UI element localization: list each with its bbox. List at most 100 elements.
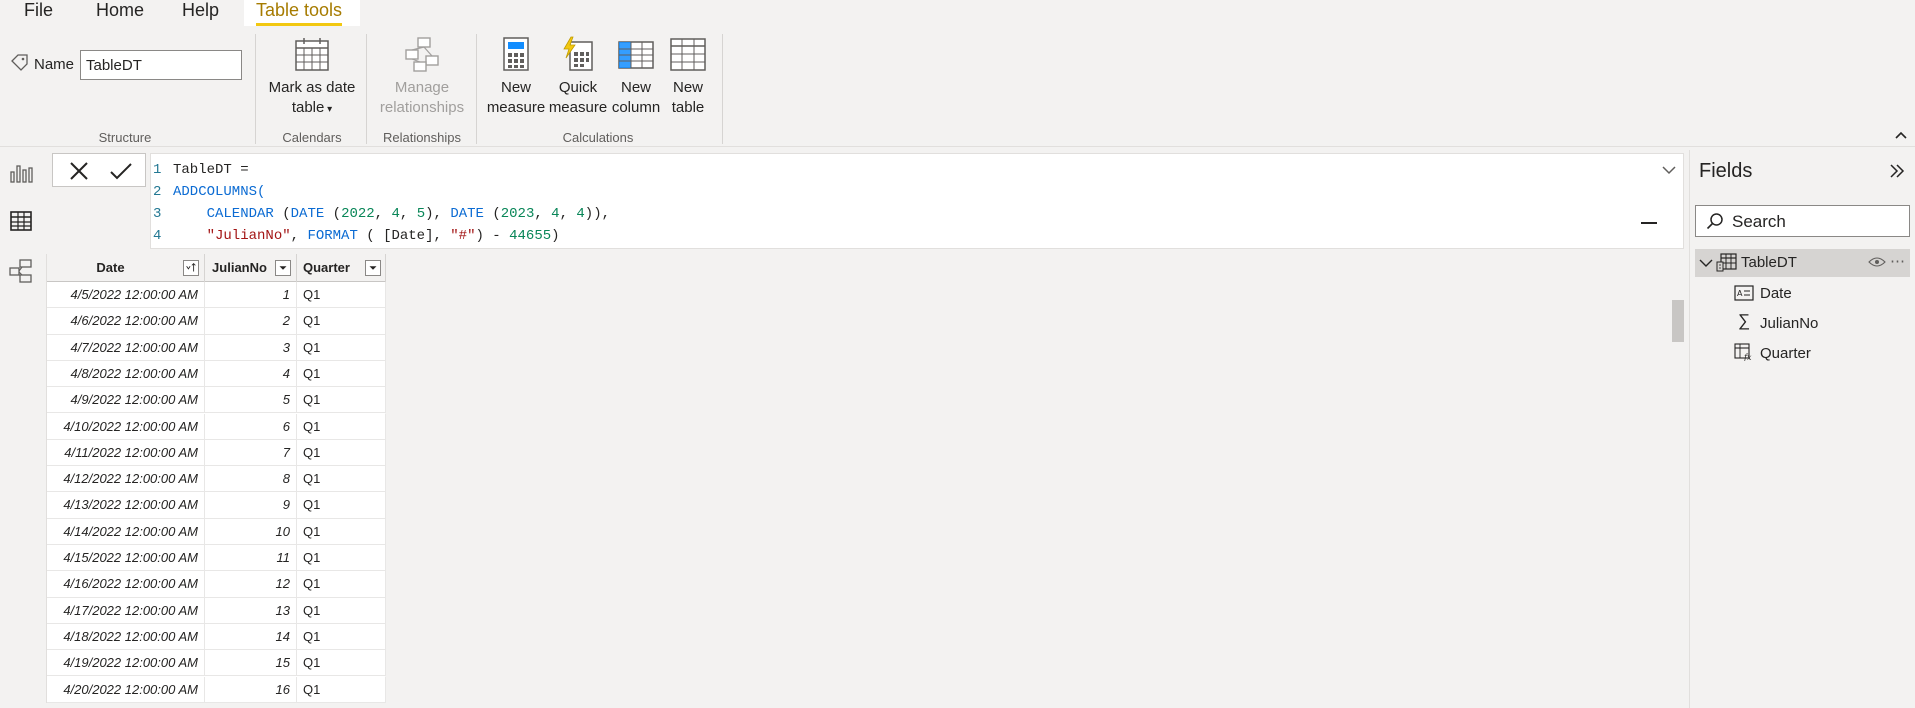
cell-date: 4/6/2022 12:00:00 AM: [47, 308, 205, 335]
ribbon-separator: [255, 34, 256, 144]
formula-token: ,: [534, 206, 552, 222]
table-row[interactable]: 4/10/2022 12:00:00 AM 6 Q1: [47, 413, 386, 440]
menu-table-tools[interactable]: Table tools: [256, 0, 343, 26]
cell-quarter: Q1: [297, 308, 386, 335]
table-row[interactable]: 4/12/2022 12:00:00 AM 8 Q1: [47, 466, 386, 493]
menu-bar: File Home Help Table tools: [0, 0, 1915, 26]
cell-quarter: Q1: [297, 439, 386, 466]
formula-token: 4: [576, 206, 585, 222]
new-column-button[interactable]: New column: [608, 36, 664, 128]
calendar-icon: [295, 38, 329, 71]
cell-quarter: Q1: [297, 676, 386, 703]
formula-token: 44655: [509, 228, 552, 244]
formula-token: "#": [450, 228, 476, 244]
sort-ascending-icon[interactable]: [183, 260, 199, 276]
line-number: 1: [153, 162, 162, 178]
field-julianno[interactable]: JulianNo: [1760, 315, 1818, 332]
cell-julianno: 6: [205, 413, 297, 440]
report-view-icon[interactable]: [8, 160, 34, 186]
formula-token: "JulianNo": [173, 228, 291, 244]
table-row[interactable]: 4/20/2022 12:00:00 AM 16 Q1: [47, 676, 386, 703]
text-field-icon: A: [1734, 285, 1754, 301]
fields-title: Fields: [1699, 160, 1753, 182]
table-row[interactable]: 4/19/2022 12:00:00 AM 15 Q1: [47, 650, 386, 677]
new-table-button[interactable]: New table: [664, 36, 712, 128]
manage-relationships-button[interactable]: Manage relationships: [372, 36, 472, 128]
table-name-input[interactable]: [80, 50, 242, 80]
formula-token: (: [273, 206, 291, 222]
menu-home[interactable]: Home: [96, 0, 144, 26]
collapse-pane-icon[interactable]: [1888, 163, 1906, 179]
table-row[interactable]: 4/6/2022 12:00:00 AM 2 Q1: [47, 308, 386, 335]
search-input[interactable]: [1730, 211, 1900, 233]
line-number: 2: [153, 184, 162, 200]
column-header-date[interactable]: Date: [47, 254, 205, 282]
field-table-name: TableDT: [1741, 254, 1797, 271]
quick-measure-button[interactable]: Quick measure: [548, 36, 608, 128]
formula-editor[interactable]: 1 TableDT = 2 ADDCOLUMNS(3 CALENDAR (DATE (…: [150, 153, 1684, 249]
table-row[interactable]: 4/9/2022 12:00:00 AM 5 Q1: [47, 387, 386, 414]
cell-date: 4/17/2022 12:00:00 AM: [47, 597, 205, 624]
chevron-down-icon[interactable]: [1699, 257, 1713, 269]
new-measure-button[interactable]: New measure: [484, 36, 548, 128]
formula-token: (: [483, 206, 501, 222]
table-row[interactable]: 4/5/2022 12:00:00 AM 1 Q1: [47, 282, 386, 309]
formula-token: DATE: [290, 206, 325, 222]
cell-julianno: 1: [205, 282, 297, 308]
line-number: 3: [153, 206, 162, 222]
cell-quarter: Q1: [297, 466, 386, 493]
cell-julianno: 8: [205, 466, 297, 493]
table-row[interactable]: 4/17/2022 12:00:00 AM 13 Q1: [47, 597, 386, 624]
formula-token: ,: [374, 206, 392, 222]
line-number: 4: [153, 228, 162, 244]
collapse-ribbon-chevron-icon[interactable]: [1894, 130, 1908, 140]
svg-text:A: A: [1737, 289, 1743, 298]
formula-token: ,: [559, 206, 577, 222]
data-table: Date JulianNo Quarter 4/5/2022 12:00:00 …: [46, 254, 386, 703]
cell-quarter: Q1: [297, 650, 386, 677]
menu-file[interactable]: File: [24, 0, 53, 26]
formula-token: )),: [584, 206, 611, 222]
field-quarter[interactable]: Quarter: [1760, 345, 1811, 362]
data-view-icon[interactable]: [8, 208, 34, 234]
table-row[interactable]: 4/18/2022 12:00:00 AM 14 Q1: [47, 623, 386, 651]
expand-formula-chevron-icon[interactable]: [1661, 164, 1677, 176]
cell-quarter: Q1: [297, 545, 386, 571]
quick-measure-label-2: measure: [548, 99, 608, 116]
group-label-calculations: Calculations: [562, 130, 634, 145]
model-view-icon[interactable]: [8, 258, 34, 284]
formula-token: ( [Date],: [357, 228, 451, 244]
cancel-formula-icon[interactable]: [69, 161, 89, 181]
visibility-eye-icon[interactable]: [1868, 256, 1886, 268]
group-label-relationships: Relationships: [382, 130, 462, 145]
cell-julianno: 14: [205, 623, 297, 650]
cell-date: 4/14/2022 12:00:00 AM: [47, 518, 205, 545]
table-row[interactable]: 4/15/2022 12:00:00 AM 11 Q1: [47, 545, 386, 572]
formula-code: "JulianNo", FORMAT ( [Date], "#") - 4465…: [173, 225, 560, 247]
column-header-label: Quarter: [303, 260, 350, 275]
cell-date: 4/13/2022 12:00:00 AM: [47, 492, 205, 519]
scrollbar-thumb[interactable]: [1672, 300, 1684, 342]
formula-code: ADDCOLUMNS(: [173, 181, 265, 203]
table-row[interactable]: 4/13/2022 12:00:00 AM 9 Q1: [47, 492, 386, 519]
ribbon: Name Structure Mark as date table ▾ Cale…: [0, 26, 1915, 147]
more-options-icon[interactable]: ⋯: [1890, 252, 1905, 270]
filter-dropdown-icon[interactable]: [365, 260, 381, 276]
table-row[interactable]: 4/8/2022 12:00:00 AM 4 Q1: [47, 360, 386, 388]
mark-as-date-table-button[interactable]: Mark as date table ▾: [262, 36, 362, 128]
table-row[interactable]: 4/11/2022 12:00:00 AM 7 Q1: [47, 439, 386, 467]
cell-julianno: 13: [205, 597, 297, 624]
table-row[interactable]: 4/7/2022 12:00:00 AM 3 Q1: [47, 334, 386, 361]
vertical-scrollbar[interactable]: [1671, 284, 1685, 708]
cell-date: 4/12/2022 12:00:00 AM: [47, 466, 205, 493]
cell-date: 4/11/2022 12:00:00 AM: [47, 439, 205, 466]
cell-date: 4/15/2022 12:00:00 AM: [47, 545, 205, 571]
filter-dropdown-icon[interactable]: [275, 260, 291, 276]
field-date[interactable]: Date: [1760, 285, 1792, 302]
table-row[interactable]: 4/16/2022 12:00:00 AM 12 Q1: [47, 571, 386, 598]
cell-julianno: 9: [205, 492, 297, 519]
group-label-structure: Structure: [98, 130, 152, 145]
menu-help[interactable]: Help: [182, 0, 219, 26]
commit-formula-icon[interactable]: [109, 161, 133, 181]
table-row[interactable]: 4/14/2022 12:00:00 AM 10 Q1: [47, 518, 386, 545]
